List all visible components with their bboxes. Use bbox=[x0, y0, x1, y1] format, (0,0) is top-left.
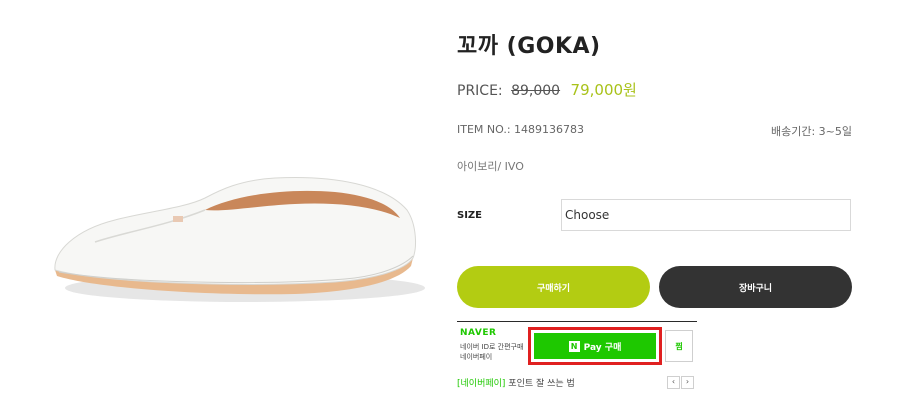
naver-pay-box: NAVER 네이버 ID로 간편구매 네이버페이 N Pay 구매 찜 bbox=[457, 321, 697, 369]
product-title: 꼬까 (GOKA) bbox=[457, 34, 601, 59]
color-option: 아이보리/ IVO bbox=[457, 160, 524, 173]
naver-pay-button-label: Pay 구매 bbox=[583, 342, 622, 353]
sale-price: 79,000원 bbox=[570, 81, 637, 99]
price-row: PRICE: 89,000 79,000원 bbox=[457, 79, 637, 100]
naver-pay-promo-tag[interactable]: [네이버페이] bbox=[457, 379, 505, 389]
naver-n-icon: N bbox=[568, 340, 580, 352]
naver-pay-description: 네이버 ID로 간편구매 네이버페이 bbox=[460, 342, 523, 362]
size-select[interactable]: Choose bbox=[561, 199, 851, 231]
original-price: 89,000 bbox=[511, 83, 561, 99]
naver-pay-button[interactable]: N Pay 구매 bbox=[528, 327, 662, 365]
naver-wishlist-button[interactable]: 찜 bbox=[665, 330, 693, 362]
shipping-period: 배송기간: 3~5일 bbox=[770, 125, 852, 138]
naver-pay-button-inner[interactable]: N Pay 구매 bbox=[534, 333, 656, 359]
naver-pay-desc-line2: 네이버페이 bbox=[460, 353, 493, 361]
buy-now-button[interactable]: 구매하기 bbox=[457, 266, 650, 308]
naver-logo: NAVER bbox=[460, 328, 497, 338]
chevron-right-icon[interactable]: › bbox=[681, 376, 694, 389]
chevron-left-icon[interactable]: ‹ bbox=[667, 376, 680, 389]
naver-pay-promo: [네이버페이] 포인트 잘 쓰는 법 ‹ › bbox=[457, 376, 697, 391]
naver-pay-promo-text[interactable]: 포인트 잘 쓰는 법 bbox=[505, 379, 575, 389]
add-to-cart-button[interactable]: 장바구니 bbox=[659, 266, 852, 308]
item-number: ITEM NO.: 1489136783 bbox=[457, 123, 585, 136]
promo-pager: ‹ › bbox=[666, 376, 694, 389]
size-label: SIZE bbox=[457, 210, 483, 221]
naver-pay-desc-line1: 네이버 ID로 간편구매 bbox=[460, 343, 524, 351]
product-image bbox=[35, 20, 432, 335]
price-label: PRICE: bbox=[457, 83, 503, 99]
shoe-illustration bbox=[35, 20, 432, 335]
